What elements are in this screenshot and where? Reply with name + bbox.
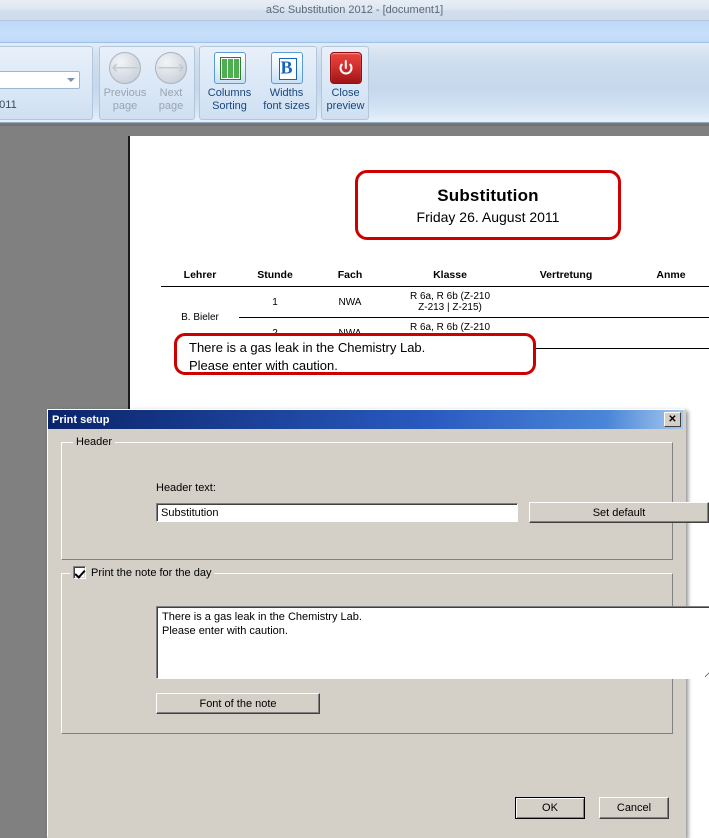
cancel-button[interactable]: Cancel — [599, 797, 669, 819]
cell-note — [621, 286, 709, 318]
note-textarea[interactable]: There is a gas leak in the Chemistry Lab… — [156, 606, 709, 679]
next-page-label: Next page — [158, 87, 184, 112]
document-note-line2: Please enter with caution. — [189, 358, 338, 373]
close-icon[interactable]: ✕ — [664, 412, 681, 427]
widths-fontsizes-label: Widths font sizes — [263, 87, 310, 112]
ribbon-group-close: Close preview — [321, 46, 369, 120]
header-text-input[interactable] — [156, 503, 518, 522]
app-titlebar: aSc Substitution 2012 - [document1] — [0, 0, 709, 21]
document-note-highlight: There is a gas leak in the Chemistry Lab… — [174, 333, 536, 375]
document-header-highlight: Substitution Friday 26. August 2011 — [355, 170, 621, 240]
column-header-anmerkung: Anme — [621, 267, 709, 287]
close-preview-label: Close preview — [326, 87, 365, 112]
previous-page-label: Previous page — [103, 87, 147, 112]
dialog-titlebar[interactable]: Print setup ✕ — [48, 410, 683, 429]
arrow-right-icon: ⟶ — [155, 52, 187, 84]
previous-page-button[interactable]: ⟵ Previous page — [102, 47, 148, 119]
arrow-left-icon: ⟵ — [109, 52, 141, 84]
columns-grid-icon — [213, 52, 246, 84]
columns-sorting-label: Columns Sorting — [207, 87, 252, 112]
close-preview-button[interactable]: Close preview — [323, 47, 368, 119]
cell-class-line1: R 6a, R 6b (Z-210 — [409, 322, 491, 333]
cell-class-line1: R 6a, R 6b (Z-210 — [409, 291, 491, 302]
set-default-button[interactable]: Set default — [529, 502, 709, 523]
date-combo-box[interactable] — [0, 71, 80, 89]
ribbon-group-layout: Columns Sorting B Widths font sizes — [199, 46, 317, 120]
print-note-checkbox[interactable] — [73, 566, 86, 579]
cell-lesson: 1 — [239, 286, 311, 318]
application-window: aSc Substitution 2012 - [document1] /201… — [0, 0, 709, 838]
date-label: /2011 — [0, 99, 17, 111]
ok-button[interactable]: OK — [515, 797, 585, 819]
next-page-button[interactable]: ⟶ Next page — [148, 47, 194, 119]
note-groupbox-legend: Print the note for the day — [70, 566, 215, 579]
cell-note — [621, 317, 709, 349]
app-title: aSc Substitution 2012 - [document1] — [265, 4, 444, 16]
cell-subject: NWA — [311, 286, 389, 318]
chevron-down-icon — [67, 78, 75, 82]
header-text-label: Header text: — [156, 482, 216, 494]
columns-sorting-button[interactable]: Columns Sorting — [202, 47, 257, 119]
column-header-fach: Fach — [311, 267, 389, 287]
column-header-lehrer: Lehrer — [161, 267, 239, 287]
document-note-line1: There is a gas leak in the Chemistry Lab… — [189, 340, 426, 355]
bold-b-icon: B — [270, 52, 303, 84]
power-close-icon — [329, 52, 362, 84]
cell-substitute — [511, 286, 621, 318]
dialog-title: Print setup — [52, 413, 110, 426]
document-title: Substitution — [437, 185, 539, 205]
date-selector-group: /2011 — [0, 46, 93, 120]
table-row: B. Bieler 1 NWA R 6a, R 6b (Z-210 Z-213 … — [161, 286, 709, 323]
print-note-label: Print the note for the day — [91, 566, 212, 579]
print-setup-dialog: Print setup ✕ Header Header text: Set de… — [47, 409, 709, 838]
document-date: Friday 26. August 2011 — [416, 208, 560, 225]
widths-fontsizes-button[interactable]: B Widths font sizes — [257, 47, 316, 119]
header-groupbox: Header — [61, 436, 673, 560]
column-header-vertretung: Vertretung — [511, 267, 621, 287]
header-groupbox-legend: Header — [73, 436, 116, 448]
table-header-row: Lehrer Stunde Fach Klasse Vertretung Anm… — [161, 267, 709, 287]
column-header-klasse: Klasse — [389, 267, 511, 287]
cell-class-line2: Z-213 | Z-215) — [418, 302, 482, 313]
cell-class: R 6a, R 6b (Z-210 Z-213 | Z-215) — [389, 286, 511, 318]
font-of-note-button[interactable]: Font of the note — [156, 693, 320, 714]
column-header-stunde: Stunde — [239, 267, 311, 287]
ribbon-tabstrip[interactable] — [0, 21, 709, 43]
ribbon-group-navigation: ⟵ Previous page ⟶ Next page — [99, 46, 195, 120]
